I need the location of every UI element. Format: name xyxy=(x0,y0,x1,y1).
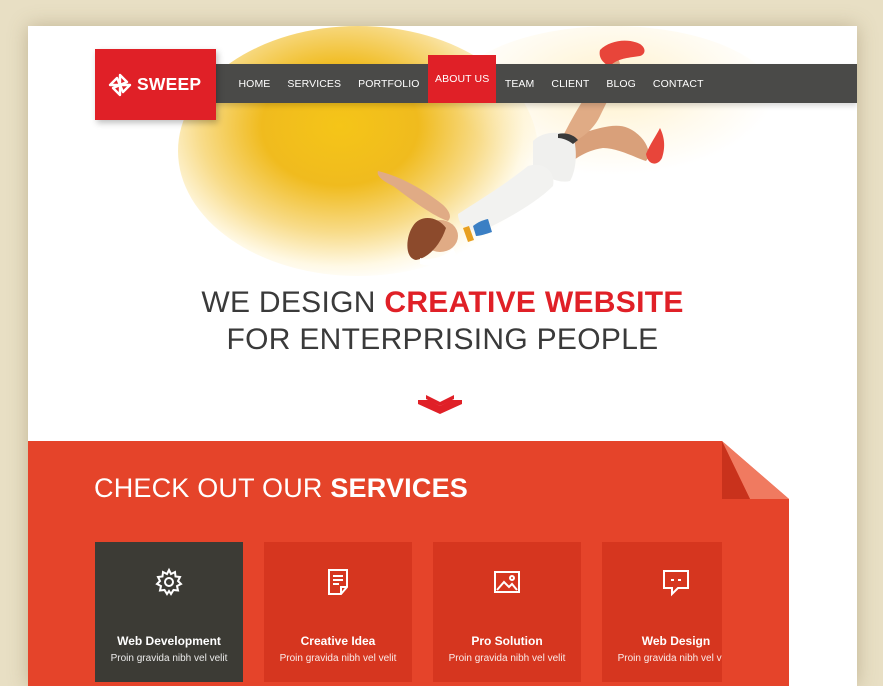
nav-item-team[interactable]: TEAM xyxy=(496,64,543,103)
service-card-desc: Proin gravida nibh vel velit xyxy=(279,653,397,664)
hero-headline: WE DESIGN CREATIVE WEBSITE FOR ENTERPRIS… xyxy=(28,284,857,358)
service-card-title: Web Development xyxy=(117,634,221,648)
service-card-web-development[interactable]: Web Development Proin gravida nibh vel v… xyxy=(95,542,243,682)
nav-item-home[interactable]: HOME xyxy=(230,64,279,103)
services-title: CHECK OUT OUR SERVICES xyxy=(94,473,468,504)
service-card-desc: Proin gravida nibh vel velit xyxy=(448,653,566,664)
service-card-desc: Proin gravida nibh vel velit xyxy=(110,653,228,664)
services-title-bold: SERVICES xyxy=(330,473,468,503)
brand-logo[interactable]: SWEEP xyxy=(95,49,216,120)
main-navbar: HOME SERVICES PORTFOLIO ABOUT US TEAM CL… xyxy=(188,55,857,113)
chat-icon xyxy=(663,570,689,597)
scroll-down-chevron-icon[interactable] xyxy=(416,393,464,415)
nav-item-client[interactable]: CLIENT xyxy=(543,64,598,103)
image-icon xyxy=(494,571,520,593)
service-card-pro-solution[interactable]: Pro Solution Proin gravida nibh vel veli… xyxy=(433,542,581,682)
document-icon xyxy=(328,569,348,595)
service-card-creative-idea[interactable]: Creative Idea Proin gravida nibh vel vel… xyxy=(264,542,412,682)
headline-line2: FOR ENTERPRISING PEOPLE xyxy=(226,323,659,356)
nav-item-contact[interactable]: CONTACT xyxy=(644,64,712,103)
gear-icon xyxy=(155,567,183,596)
service-card-title: Creative Idea xyxy=(300,634,376,648)
nav-item-services[interactable]: SERVICES xyxy=(279,64,350,103)
brand-name: SWEEP xyxy=(137,74,202,94)
nav-item-portfolio[interactable]: PORTFOLIO xyxy=(350,64,428,103)
service-card-title: Pro Solution xyxy=(471,634,543,648)
nav-menu: HOME SERVICES PORTFOLIO ABOUT US TEAM CL… xyxy=(230,55,712,103)
sweep-logo-icon xyxy=(108,73,132,96)
services-title-prefix: CHECK OUT OUR xyxy=(94,473,323,503)
nav-item-about-us[interactable]: ABOUT US xyxy=(428,55,497,103)
headline-accent: CREATIVE WEBSITE xyxy=(384,286,684,319)
webpage-mockup: HOME SERVICES PORTFOLIO ABOUT US TEAM CL… xyxy=(28,26,857,686)
headline-prefix: WE DESIGN xyxy=(201,286,376,319)
nav-item-blog[interactable]: BLOG xyxy=(598,64,645,103)
services-folded-corner xyxy=(722,441,789,686)
services-section: CHECK OUT OUR SERVICES Web Development P… xyxy=(28,441,750,686)
